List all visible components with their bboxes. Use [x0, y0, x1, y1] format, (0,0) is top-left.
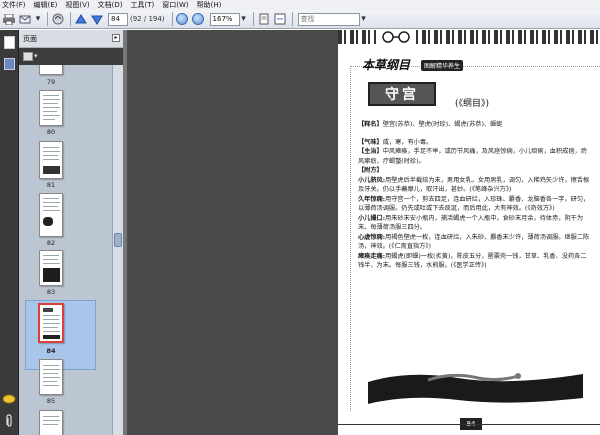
print-icon[interactable]	[2, 12, 16, 27]
text-line: 瘫痪走痛:用蝎虎(即蝘)一枚(炙黄)，陈皮五分，罂粟壳一钱，甘草、乳香、没药各二…	[358, 252, 587, 270]
thumbnail-label: 83	[46, 288, 56, 296]
menu-edit[interactable]: 编辑(E)	[34, 0, 58, 10]
search-input[interactable]	[297, 12, 360, 26]
toolbar-separator	[171, 12, 173, 26]
page-thumbnail[interactable]	[39, 410, 63, 435]
email-icon[interactable]	[18, 12, 32, 27]
text-line: 【主治】中风瘫痪，手足不举，或历节风痛，及风痉惊痫，小儿疳痢，血积成痞，疠风瘰疬…	[358, 148, 587, 165]
previous-page-icon[interactable]	[74, 12, 88, 27]
thumbnail-label: 82	[46, 239, 56, 247]
page-thumbnails: 79 80 81 82 83 84 85	[19, 65, 112, 435]
options-dropdown-icon[interactable]: ▾	[34, 52, 40, 61]
dotted-frame-left	[350, 66, 351, 411]
gecko-illustration	[368, 360, 583, 408]
panel-options-icon[interactable]: ▸	[112, 34, 120, 42]
menu-document[interactable]: 文档(D)	[98, 0, 123, 10]
herb-body-text: 【释名】壁宫(苏恭)、壁虎(时珍)、蝎虎(苏恭)、蝘蜓 【气味】咸，寒，有小毒。…	[358, 120, 590, 271]
toolbar-separator	[252, 12, 254, 26]
bookmarks-icon[interactable]	[4, 58, 15, 70]
fit-width-icon[interactable]	[273, 12, 287, 27]
pages-panel-icon[interactable]	[4, 36, 15, 49]
page-thumbnail[interactable]	[39, 141, 63, 179]
thumbnail-label: 80	[46, 128, 56, 136]
book-header-title: 本草纲目	[362, 58, 411, 72]
toolbar: ▾ 84 (92 / 194) 167% ▾ ▾	[0, 10, 600, 29]
page-thumbnail[interactable]	[39, 250, 63, 286]
menu-window[interactable]: 窗口(W)	[162, 0, 188, 10]
dropdown-arrow-icon[interactable]: ▾	[34, 12, 42, 27]
thumbnail-label: 84	[46, 347, 56, 355]
zoom-out-icon[interactable]	[175, 12, 190, 27]
page-thumbnail[interactable]	[39, 90, 63, 126]
toolbar-separator	[70, 12, 71, 26]
attachments-icon[interactable]	[4, 414, 15, 427]
text-line: 心虚惊痫:用褐色壁虎一枚，连血研烂，入朱砂、麝香末少许，薄荷汤调服。继服二陈汤，…	[358, 233, 590, 251]
footer-rule	[338, 424, 600, 425]
comments-icon[interactable]	[2, 394, 16, 404]
document-gutter	[127, 30, 338, 435]
text-line: 小儿撮口:用朱砂末安小瓶内，捕活蝎虎一个入瓶中，食砂末月余，待体赤，阴干为末。每…	[358, 214, 584, 232]
hand-tool-icon[interactable]	[51, 12, 65, 27]
pages-panel-title: 页面	[23, 34, 37, 43]
toolbar-separator	[291, 12, 293, 26]
text-line: 【气味】咸，寒，有小毒。	[358, 138, 433, 146]
text-line: 【释名】壁宫(苏恭)、壁虎(时珍)、蝎虎(苏恭)、蝘蜓	[358, 121, 503, 128]
thumbnail-scrollbar[interactable]	[112, 65, 123, 435]
menu-help[interactable]: 帮助(H)	[197, 0, 222, 10]
document-page: 本草纲目 图解精华养生 守宫 (《纲目》) 【释名】壁宫(苏恭)、壁虎(时珍)、…	[338, 30, 600, 435]
book-header-subtitle: 图解精华养生	[421, 60, 464, 71]
page-count-label: (92 / 194)	[130, 15, 165, 23]
zoom-dropdown-icon[interactable]: ▾	[240, 12, 248, 27]
text-line: 小儿脐风:用壁虎后半截焙为末，男用女乳，女用男乳，调匀，入稀鸡矢少许，擦舌根及牙…	[358, 176, 590, 194]
fit-page-icon[interactable]	[257, 12, 271, 27]
pages-panel-header: 页面 ▸	[19, 30, 123, 48]
page-thumbnail[interactable]	[39, 65, 63, 75]
toolbar-separator	[47, 12, 48, 26]
zoom-level-input[interactable]: 167%	[209, 12, 240, 26]
page-number-input[interactable]: 84	[108, 12, 128, 26]
text-line: 久年惊痫:用守宫一个，剪去四足，连血研烂，入珍珠、麝香、龙脑香各一字，研匀，以薄…	[358, 195, 590, 213]
menu-tools[interactable]: 工具(T)	[131, 0, 155, 10]
page-thumbnail[interactable]	[39, 359, 63, 395]
page-thumbnail-selected[interactable]	[38, 303, 64, 343]
thumbnail-label: 81	[46, 181, 56, 189]
pages-panel-toolbar: ▾	[19, 48, 123, 65]
menu-file[interactable]: 文件(F)	[2, 0, 26, 10]
page-thumbnail[interactable]	[39, 193, 63, 237]
options-menu-icon[interactable]	[23, 52, 33, 61]
decorative-ornament	[376, 30, 416, 44]
menu-view[interactable]: 视图(V)	[65, 0, 89, 10]
scrollbar-thumb[interactable]	[114, 233, 122, 247]
menu-bar: 文件(F) 编辑(E) 视图(V) 文档(D) 工具(T) 窗口(W) 帮助(H…	[0, 0, 600, 10]
herb-source: (《纲目》)	[455, 99, 490, 109]
thumbnail-label: 85	[46, 397, 56, 405]
search-dropdown-icon[interactable]: ▾	[360, 12, 368, 27]
herb-name-title: 守宫	[368, 82, 436, 106]
next-page-icon[interactable]	[90, 12, 104, 27]
text-line: 【附方】	[358, 167, 383, 174]
zoom-in-icon[interactable]	[191, 12, 206, 27]
thumbnail-label: 79	[46, 78, 56, 86]
navigation-icon-strip	[0, 30, 19, 435]
